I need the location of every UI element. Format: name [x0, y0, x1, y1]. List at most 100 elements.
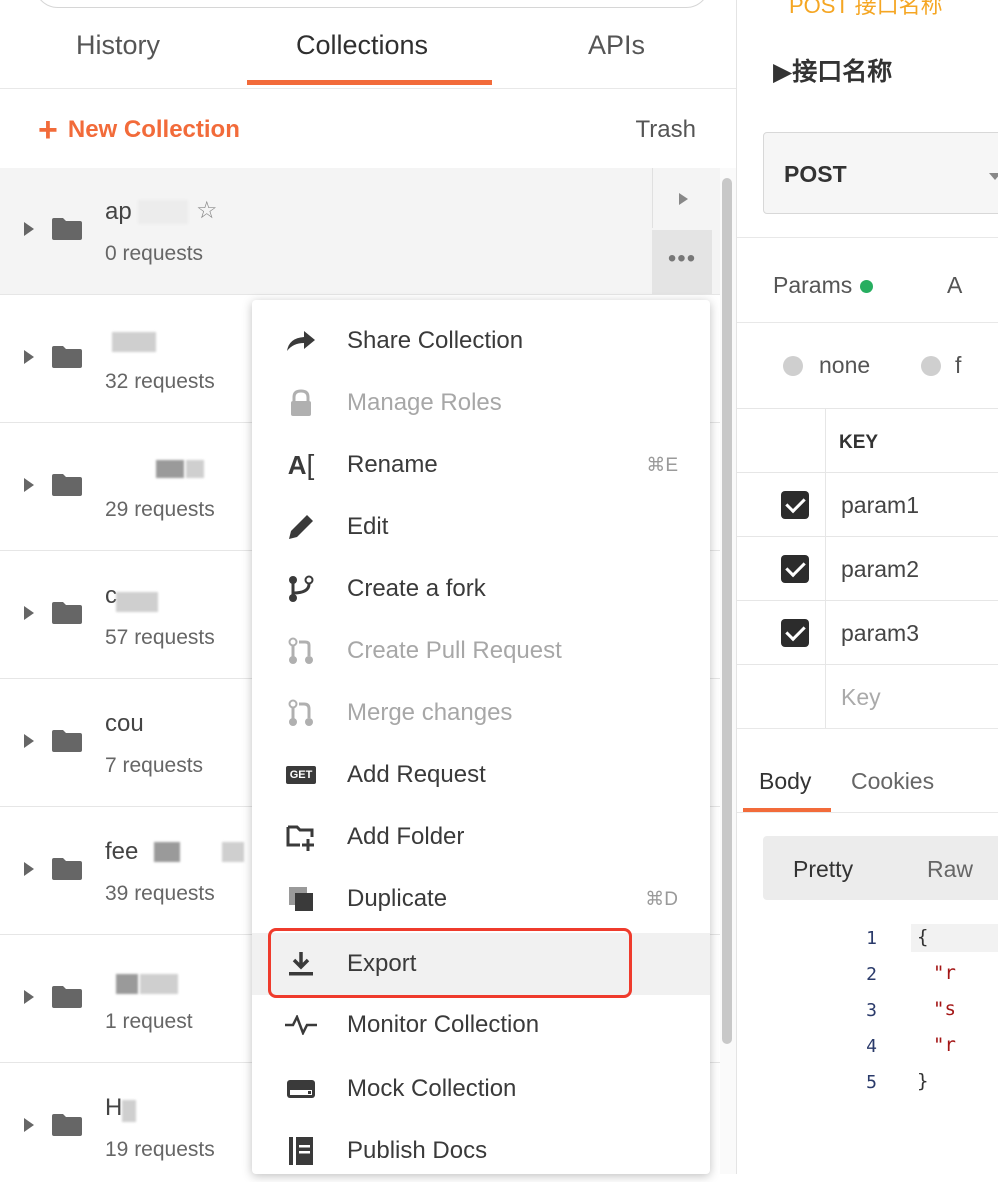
collection-request-count: 57 requests: [105, 626, 215, 649]
caret-right-icon[interactable]: [24, 350, 34, 364]
code-line[interactable]: "r: [933, 962, 956, 984]
menu-item-shortcut: ⌘E: [646, 455, 678, 476]
folder-icon: [52, 1114, 82, 1136]
trash-link[interactable]: Trash: [636, 116, 696, 144]
menu-item-label: Manage Roles: [347, 389, 502, 416]
menu-item-manage-roles[interactable]: Manage Roles: [252, 372, 710, 434]
new-collection-label: New Collection: [67, 116, 240, 143]
redacted-name: [116, 592, 158, 612]
line-number: 5: [866, 1072, 877, 1093]
menu-item-label: Export: [347, 950, 417, 977]
more-actions-button[interactable]: •••: [652, 230, 712, 294]
radio-form-data[interactable]: [921, 356, 941, 376]
param-key[interactable]: param3: [841, 620, 919, 647]
caret-right-icon[interactable]: [24, 606, 34, 620]
add-folder-icon: [284, 822, 318, 852]
line-number: 4: [866, 1036, 877, 1057]
collection-row[interactable]: ap ☆ 0 requests: [0, 168, 720, 295]
pretty-button[interactable]: Pretty: [793, 856, 853, 883]
tab-body[interactable]: Body: [759, 768, 811, 795]
table-border: [825, 408, 826, 728]
menu-item-label: Create Pull Request: [347, 637, 562, 664]
method-select[interactable]: POST: [763, 132, 998, 214]
redacted-name: [138, 200, 188, 224]
param-checkbox[interactable]: [781, 491, 809, 519]
folder-icon: [52, 602, 82, 624]
active-tab-indicator: [247, 80, 492, 85]
scrollbar-thumb[interactable]: [722, 178, 732, 1044]
menu-item-label: Edit: [347, 513, 389, 540]
redacted-name: [154, 842, 180, 862]
code-line[interactable]: }: [917, 1070, 928, 1092]
collection-request-count: 0 requests: [105, 242, 204, 265]
mock-server-icon: [284, 1074, 318, 1104]
redacted-name: [156, 460, 184, 478]
tab-authorization[interactable]: A: [947, 272, 962, 299]
folder-icon: [52, 346, 82, 368]
menu-item-publish-docs[interactable]: Publish Docs: [252, 1120, 710, 1182]
menu-item-rename[interactable]: A[ Rename ⌘E: [252, 434, 710, 496]
param-checkbox[interactable]: [781, 555, 809, 583]
plus-icon: +: [38, 111, 58, 149]
radio-none[interactable]: [783, 356, 803, 376]
radio-form-data-label: f: [955, 352, 962, 378]
param-key[interactable]: param1: [841, 492, 919, 519]
collection-name: H: [105, 1094, 123, 1121]
collection-name: fee: [105, 838, 139, 865]
menu-item-share-collection[interactable]: Share Collection: [252, 310, 710, 372]
star-icon[interactable]: ☆: [196, 196, 218, 225]
request-tab[interactable]: POST 接口名称: [789, 0, 943, 20]
menu-item-mock-collection[interactable]: Mock Collection: [252, 1058, 710, 1120]
tab-params[interactable]: Params: [773, 272, 874, 299]
folder-icon: [52, 730, 82, 752]
menu-item-label: Mock Collection: [347, 1075, 517, 1102]
collection-name: cou: [105, 710, 144, 737]
caret-right-icon[interactable]: [24, 862, 34, 876]
key-column-header: KEY: [839, 432, 879, 453]
caret-right-icon[interactable]: [24, 734, 34, 748]
redacted-name: [112, 332, 156, 352]
param-checkbox[interactable]: [781, 619, 809, 647]
table-border: [737, 600, 998, 601]
folder-icon: [52, 858, 82, 880]
menu-item-merge-changes[interactable]: Merge changes: [252, 682, 710, 744]
folder-icon: [52, 218, 82, 240]
menu-item-add-request[interactable]: GET Add Request: [252, 744, 710, 806]
menu-item-shortcut: ⌘D: [645, 889, 678, 910]
menu-item-export[interactable]: Export: [252, 933, 710, 995]
divider: [737, 322, 998, 323]
pull-request-icon: [284, 636, 318, 666]
redacted-name: [222, 842, 244, 862]
raw-button[interactable]: Raw: [927, 856, 973, 883]
menu-item-label: Duplicate: [347, 885, 448, 912]
request-title[interactable]: ▶接口名称: [773, 52, 892, 88]
code-line[interactable]: "s: [933, 998, 956, 1020]
menu-item-label: Monitor Collection: [347, 1011, 540, 1038]
folder-icon: [52, 986, 82, 1008]
code-line[interactable]: "r: [933, 1034, 956, 1056]
tab-cookies[interactable]: Cookies: [851, 768, 934, 795]
lock-icon: [284, 388, 318, 418]
menu-item-label: Merge changes: [347, 699, 513, 726]
tab-apis[interactable]: APIs: [588, 30, 645, 61]
body-format-bar: Pretty Raw: [763, 836, 998, 900]
new-collection-button[interactable]: + New Collection: [38, 112, 240, 148]
param-key[interactable]: param2: [841, 556, 919, 583]
menu-item-duplicate[interactable]: Duplicate ⌘D: [252, 868, 710, 930]
menu-item-monitor-collection[interactable]: Monitor Collection: [252, 994, 710, 1056]
menu-item-add-folder[interactable]: Add Folder: [252, 806, 710, 868]
expand-collection-button[interactable]: [652, 168, 713, 228]
code-line[interactable]: {: [917, 926, 928, 948]
menu-item-create-pull-request[interactable]: Create Pull Request: [252, 620, 710, 682]
new-key-input[interactable]: Key: [841, 684, 881, 711]
menu-item-create-fork[interactable]: Create a fork: [252, 558, 710, 620]
folder-icon: [52, 474, 82, 496]
caret-right-icon[interactable]: [24, 222, 34, 236]
caret-right-icon[interactable]: [24, 990, 34, 1004]
caret-right-icon[interactable]: [24, 478, 34, 492]
tab-history[interactable]: History: [76, 30, 160, 61]
divider: [737, 728, 998, 729]
menu-item-edit[interactable]: Edit: [252, 496, 710, 558]
caret-right-icon[interactable]: [24, 1118, 34, 1132]
tab-collections[interactable]: Collections: [296, 30, 428, 61]
